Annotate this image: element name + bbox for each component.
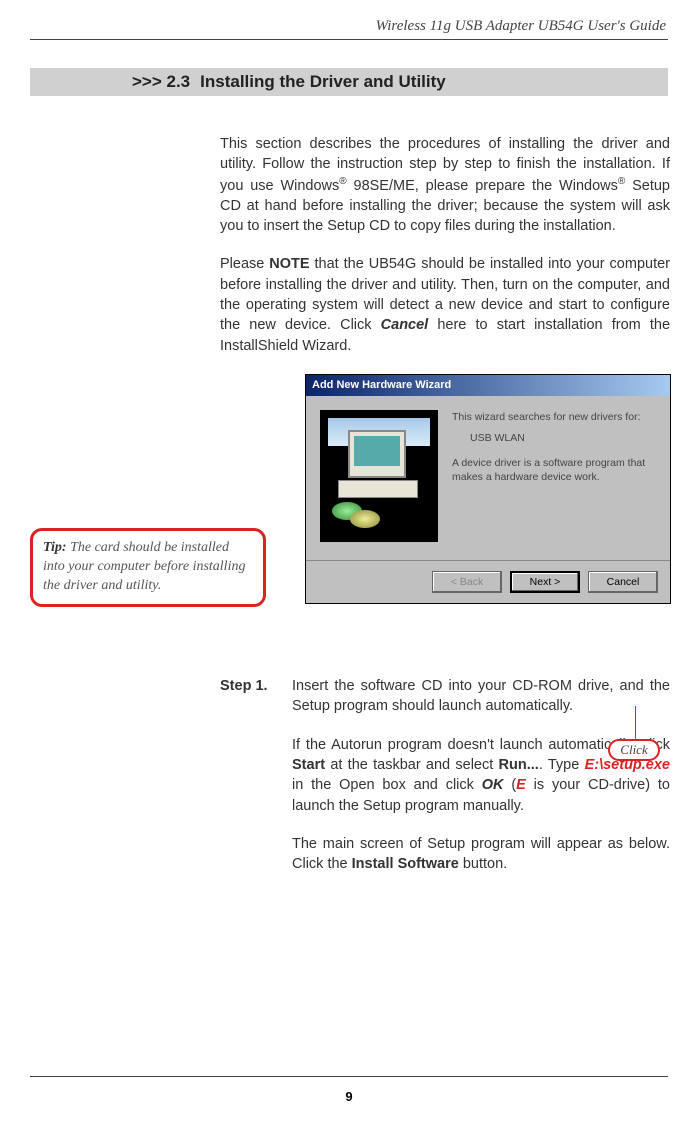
- page-number: 9: [30, 1089, 668, 1104]
- callout-line: [635, 706, 637, 740]
- step1-label: Step 1.: [220, 676, 292, 892]
- section-title: Installing the Driver and Utility: [190, 72, 446, 92]
- section-number: >>> 2.3: [30, 72, 190, 92]
- wizard-cancel-button[interactable]: Cancel: [588, 571, 658, 593]
- section-bar: >>> 2.3 Installing the Driver and Utilit…: [30, 68, 668, 96]
- click-callout: Click: [608, 739, 660, 761]
- step1-p3: The main screen of Setup program will ap…: [292, 834, 670, 875]
- wizard-next-button[interactable]: Next >: [510, 571, 580, 593]
- wizard-back-button: < Back: [432, 571, 502, 593]
- wizard-dialog: Add New Hardware Wizard This wizard sear…: [305, 374, 671, 604]
- wizard-text: This wizard searches for new drivers for…: [452, 410, 656, 542]
- step1-p1: Insert the software CD into your CD-ROM …: [292, 676, 670, 717]
- header-guide-title: Wireless 11g USB Adapter UB54G User's Gu…: [30, 18, 668, 35]
- header-rule: [30, 39, 668, 40]
- wizard-illustration: [320, 410, 438, 542]
- intro-paragraph-2: Please NOTE that the UB54G should be ins…: [220, 254, 670, 355]
- footer-rule: [30, 1076, 668, 1077]
- wizard-titlebar: Add New Hardware Wizard: [306, 375, 670, 396]
- intro-paragraph-1: This section describes the procedures of…: [220, 134, 670, 236]
- footer: 9: [30, 1076, 668, 1104]
- tip-box: Tip: The card should be installed into y…: [30, 528, 266, 607]
